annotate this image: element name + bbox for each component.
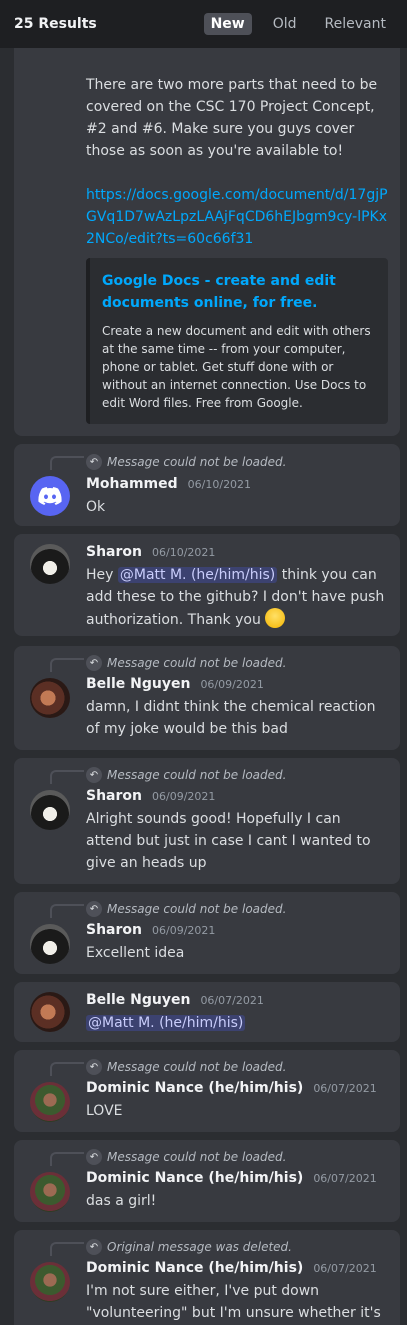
reply-text: Message could not be loaded. [107, 1060, 287, 1074]
avatar[interactable] [30, 1082, 70, 1122]
reply-preview: ↶ Original message was deleted. [86, 1239, 292, 1255]
reply-connector [50, 904, 84, 918]
avatar[interactable] [30, 678, 70, 718]
reply-preview: ↶ Message could not be loaded. [86, 655, 286, 671]
reply-connector [50, 456, 84, 470]
discord-logo-icon [38, 487, 62, 505]
results-list[interactable]: There are two more parts that need to be… [0, 48, 407, 1325]
reply-connector [50, 1242, 84, 1256]
reply-icon: ↶ [86, 1149, 102, 1165]
reply-text: Message could not be loaded. [107, 1150, 287, 1164]
results-count: 25 Results [14, 16, 97, 32]
message-content: Alright sounds good! Hopefully I can att… [86, 811, 371, 871]
author-name[interactable]: Dominic Nance (he/him/his) [86, 1080, 303, 1096]
search-results-header: 25 Results New Old Relevant [0, 0, 407, 48]
reply-icon: ↶ [86, 1239, 102, 1255]
reply-text: Message could not be loaded. [107, 902, 287, 916]
search-result[interactable]: There are two more parts that need to be… [14, 48, 400, 436]
author-name[interactable]: Sharon [86, 922, 142, 938]
avatar[interactable] [30, 992, 70, 1032]
user-mention[interactable]: @Matt M. (he/him/his) [117, 567, 278, 583]
reply-text: Message could not be loaded. [107, 656, 287, 670]
message-content: Excellent idea [86, 945, 185, 961]
search-result[interactable]: ↶ Message could not be loaded. Sharon 06… [14, 758, 400, 884]
author-name[interactable]: Sharon [86, 544, 142, 560]
timestamp: 06/07/2021 [313, 1262, 377, 1275]
message-content: Hey @Matt M. (he/him/his) think you can … [86, 564, 390, 631]
timestamp: 06/09/2021 [152, 790, 216, 803]
timestamp: 06/07/2021 [313, 1082, 377, 1095]
search-result[interactable]: Sharon 06/10/2021 Hey @Matt M. (he/him/h… [14, 534, 400, 636]
author-name[interactable]: Belle Nguyen [86, 992, 190, 1008]
reply-preview: ↶ Message could not be loaded. [86, 1149, 286, 1165]
search-result[interactable]: ↶ Message could not be loaded. Dominic N… [14, 1050, 400, 1132]
timestamp: 06/10/2021 [187, 478, 252, 491]
timestamp: 06/09/2021 [200, 678, 264, 691]
reply-text: Message could not be loaded. [107, 455, 287, 469]
reply-connector [50, 658, 84, 672]
timestamp: 06/07/2021 [313, 1172, 377, 1185]
timestamp: 06/09/2021 [152, 924, 216, 937]
reply-preview: ↶ Message could not be loaded. [86, 454, 286, 470]
reply-icon: ↶ [86, 901, 102, 917]
link-embed: Google Docs - create and edit documents … [86, 258, 388, 424]
document-link[interactable]: https://docs.google.com/document/d/17gjP… [86, 184, 388, 250]
author-name[interactable]: Sharon [86, 788, 142, 804]
tab-relevant[interactable]: Relevant [318, 13, 393, 35]
message-text: Hey [86, 567, 114, 583]
reply-connector [50, 1152, 84, 1166]
author-name[interactable]: Dominic Nance (he/him/his) [86, 1170, 303, 1186]
message-content: das a girl! [86, 1193, 157, 1209]
search-result[interactable]: ↶ Original message was deleted. Dominic … [14, 1230, 400, 1325]
slightly-smiling-face-icon [265, 608, 286, 628]
author-name[interactable]: Mohammed [86, 476, 178, 492]
author-name[interactable]: Belle Nguyen [86, 676, 190, 692]
reply-icon: ↶ [86, 655, 102, 671]
user-mention[interactable]: @Matt M. (he/him/his) [86, 1015, 246, 1031]
message-content: There are two more parts that need to be… [86, 77, 378, 159]
message-content: @Matt M. (he/him/his) [86, 1012, 390, 1034]
search-result[interactable]: ↶ Message could not be loaded. Dominic N… [14, 1140, 400, 1222]
embed-title[interactable]: Google Docs - create and edit documents … [102, 270, 376, 314]
message-content: damn, I didnt think the chemical reactio… [86, 699, 376, 737]
avatar[interactable] [30, 790, 70, 830]
avatar[interactable] [30, 544, 70, 584]
timestamp: 06/07/2021 [200, 994, 264, 1007]
embed-description: Create a new document and edit with othe… [102, 324, 371, 410]
tab-new[interactable]: New [203, 13, 252, 35]
search-result[interactable]: ↶ Message could not be loaded. Mohammed … [14, 444, 400, 526]
search-result[interactable]: Belle Nguyen 06/07/2021 @Matt M. (he/him… [14, 982, 400, 1042]
reply-preview: ↶ Message could not be loaded. [86, 1059, 286, 1075]
avatar[interactable] [30, 924, 70, 964]
reply-preview: ↶ Message could not be loaded. [86, 901, 286, 917]
timestamp: 06/10/2021 [152, 546, 216, 559]
reply-text: Message could not be loaded. [107, 768, 287, 782]
reply-icon: ↶ [86, 767, 102, 783]
reply-preview: ↶ Message could not be loaded. [86, 767, 286, 783]
author-name[interactable]: Dominic Nance (he/him/his) [86, 1260, 303, 1276]
message-content: Ok [86, 499, 106, 515]
tab-old[interactable]: Old [266, 13, 304, 35]
message-content: LOVE [86, 1103, 123, 1119]
search-result[interactable]: ↶ Message could not be loaded. Belle Ngu… [14, 646, 400, 750]
message-content: I'm not sure either, I've put down "volu… [86, 1283, 381, 1321]
search-result[interactable]: ↶ Message could not be loaded. Sharon 06… [14, 892, 400, 974]
avatar[interactable] [30, 476, 70, 516]
avatar[interactable] [30, 1172, 70, 1212]
reply-icon: ↶ [86, 454, 102, 470]
avatar[interactable] [30, 1262, 70, 1302]
reply-connector [50, 1062, 84, 1076]
reply-text: Original message was deleted. [107, 1240, 292, 1254]
reply-connector [50, 770, 84, 784]
reply-icon: ↶ [86, 1059, 102, 1075]
